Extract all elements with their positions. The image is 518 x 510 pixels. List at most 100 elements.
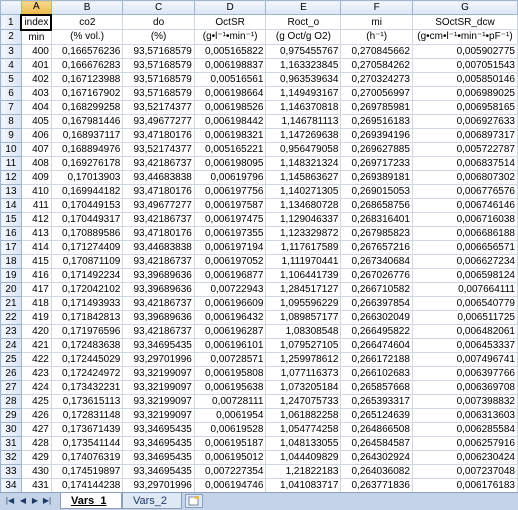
cell-d[interactable]: 0,006198837 (193, 57, 267, 73)
cell-f[interactable]: 0,266710582 (340, 281, 413, 297)
cell-e[interactable]: 1,129046337 (265, 211, 342, 227)
cell-a[interactable]: 409 (20, 169, 52, 185)
cell-b[interactable]: 0,172042102 (50, 281, 124, 297)
cell-e[interactable]: 1,147269638 (265, 127, 342, 143)
cell-f[interactable]: 0,266302049 (340, 309, 413, 325)
cell-d[interactable]: 0,005165221 (193, 141, 267, 157)
tab-vars-2[interactable]: Vars_2 (122, 493, 182, 509)
cell-b[interactable]: 0,172483638 (50, 337, 124, 353)
cell-g[interactable]: SOctSR_dcw (411, 14, 518, 30)
cell-c[interactable]: 93,42186737 (122, 253, 195, 269)
cell-g[interactable]: 0,006453337 (411, 337, 518, 353)
cell-c[interactable]: 93,34695435 (122, 435, 195, 451)
cell-c[interactable]: 93,32199097 (122, 379, 195, 395)
cell-a[interactable]: min (20, 29, 52, 45)
cell-c[interactable]: 93,44683838 (122, 239, 195, 255)
last-sheet-icon[interactable]: ▶| (41, 495, 53, 507)
cell-b[interactable]: 0,170449317 (50, 211, 124, 227)
cell-g[interactable]: 0,006369708 (411, 379, 518, 395)
cell-e[interactable]: 1,259978612 (265, 351, 342, 367)
cell-f[interactable]: 0,267657216 (340, 239, 413, 255)
cell-c[interactable]: 93,29701996 (122, 477, 195, 492)
cell-d[interactable]: 0,006194746 (193, 477, 267, 492)
cell-d[interactable]: 0,006197475 (193, 211, 267, 227)
cell-e[interactable]: 0,975455767 (265, 43, 342, 59)
cell-a[interactable]: 431 (20, 477, 52, 492)
cell-c[interactable]: 93,52174377 (122, 99, 195, 115)
cell-d[interactable]: 0,00516561 (193, 71, 267, 87)
cell-e[interactable]: 1,079527105 (265, 337, 342, 353)
cell-g[interactable]: 0,006397766 (411, 365, 518, 381)
cell-f[interactable]: 0,269394196 (340, 127, 413, 143)
cell-d[interactable]: 0,006195808 (193, 365, 267, 381)
cell-g[interactable]: 0,006511725 (411, 309, 518, 325)
cell-a[interactable]: 402 (20, 71, 52, 87)
cell-c[interactable]: 93,42186737 (122, 155, 195, 171)
cell-d[interactable]: 0,00619796 (193, 169, 267, 185)
cell-c[interactable]: 93,52174377 (122, 141, 195, 157)
row-header[interactable]: 17 (0, 239, 22, 255)
cell-d[interactable]: 0,006195012 (193, 449, 267, 465)
row-header[interactable]: 15 (0, 211, 22, 227)
row-header[interactable]: 14 (0, 197, 22, 213)
cell-f[interactable]: 0,268316401 (340, 211, 413, 227)
cell-a[interactable]: index (20, 13, 53, 31)
first-sheet-icon[interactable]: |◀ (4, 495, 16, 507)
row-header[interactable]: 10 (0, 141, 22, 157)
cell-d[interactable]: 0,006198526 (193, 99, 267, 115)
column-header-f[interactable]: F (340, 0, 413, 15)
cell-a[interactable]: 404 (20, 99, 52, 115)
cell-e[interactable]: 1,095596229 (265, 295, 342, 311)
cell-b[interactable]: 0,171492234 (50, 267, 124, 283)
cell-g[interactable]: 0,006230424 (411, 449, 518, 465)
cell-g[interactable]: 0,006746146 (411, 197, 518, 213)
cell-g[interactable]: 0,006716038 (411, 211, 518, 227)
column-header-e[interactable]: E (265, 0, 342, 15)
cell-a[interactable]: 423 (20, 365, 52, 381)
cell-c[interactable]: 93,39689636 (122, 267, 195, 283)
cell-b[interactable]: 0,169944182 (50, 183, 124, 199)
cell-g[interactable]: 0,005722787 (411, 141, 518, 157)
cell-g[interactable]: 0,005850146 (411, 71, 518, 87)
row-header[interactable]: 8 (0, 113, 22, 129)
cell-f[interactable]: 0,264584587 (340, 435, 413, 451)
row-header[interactable]: 24 (0, 337, 22, 353)
cell-e[interactable]: 1,146370818 (265, 99, 342, 115)
cell-f[interactable]: 0,266474604 (340, 337, 413, 353)
cell-c[interactable]: 93,47180176 (122, 127, 195, 143)
cell-g[interactable]: 0,006285584 (411, 421, 518, 437)
cell-c[interactable]: 93,47180176 (122, 225, 195, 241)
cell-a[interactable]: 428 (20, 435, 52, 451)
cell-a[interactable]: 424 (20, 379, 52, 395)
cell-a[interactable]: 425 (20, 393, 52, 409)
cell-f[interactable]: 0,264036082 (340, 463, 413, 479)
row-header[interactable]: 11 (0, 155, 22, 171)
row-header[interactable]: 3 (0, 43, 22, 59)
cell-e[interactable]: 1,117617589 (265, 239, 342, 255)
cell-d[interactable]: 0,006197587 (193, 197, 267, 213)
row-header[interactable]: 33 (0, 463, 22, 479)
cell-d[interactable]: 0,006197355 (193, 225, 267, 241)
cell-c[interactable]: 93,34695435 (122, 421, 195, 437)
cell-e[interactable]: 1,123329872 (265, 225, 342, 241)
cell-d[interactable]: 0,006198664 (193, 85, 267, 101)
select-all-corner[interactable] (0, 0, 22, 15)
cell-b[interactable]: 0,172424972 (50, 365, 124, 381)
cell-c[interactable]: 93,57168579 (122, 71, 195, 87)
row-header[interactable]: 34 (0, 477, 22, 492)
cell-f[interactable]: 0,266397854 (340, 295, 413, 311)
cell-d[interactable]: 0,006197194 (193, 239, 267, 255)
cell-f[interactable]: 0,269627885 (340, 141, 413, 157)
cell-g[interactable]: 0,006686188 (411, 225, 518, 241)
cell-b[interactable]: 0,171976596 (50, 323, 124, 339)
cell-a[interactable]: 429 (20, 449, 52, 465)
cell-e[interactable]: 0,963539634 (265, 71, 342, 87)
column-header-c[interactable]: C (122, 0, 195, 15)
cell-g[interactable]: 0,005902775 (411, 43, 518, 59)
row-header[interactable]: 13 (0, 183, 22, 199)
cell-f[interactable]: 0,269785981 (340, 99, 413, 115)
cell-a[interactable]: 403 (20, 85, 52, 101)
cell-f[interactable]: 0,264866508 (340, 421, 413, 437)
cell-g[interactable]: 0,006656571 (411, 239, 518, 255)
cell-e[interactable]: 1,044409829 (265, 449, 342, 465)
